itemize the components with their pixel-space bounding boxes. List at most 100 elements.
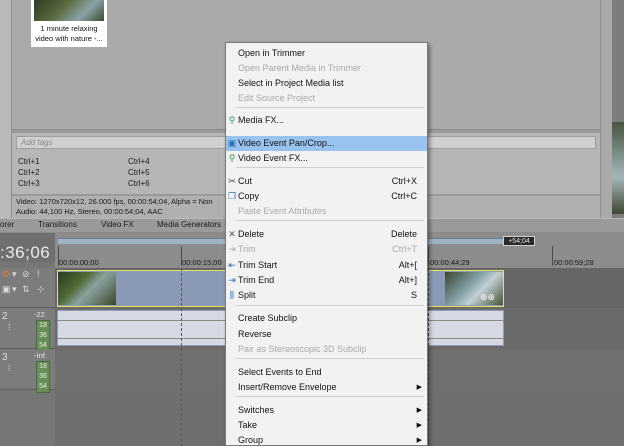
menu-item-edit-source-project: Edit Source Project: [226, 91, 427, 106]
menu-item-label: Create Subclip: [238, 313, 298, 323]
menu-item-trim: ⇥ Trim Ctrl+T: [226, 242, 427, 257]
tag-shortcut[interactable]: Ctrl+6: [128, 179, 150, 188]
menu-item-shortcut: S: [410, 290, 417, 300]
menu-item-copy[interactable]: ❐ Copy Ctrl+C: [226, 189, 427, 204]
audio-meter: 18 36 54: [36, 361, 50, 393]
menu-item-insert-remove-envelope[interactable]: Insert/Remove Envelope ▶: [226, 380, 427, 395]
compositing-icon[interactable]: ⊹: [37, 284, 45, 295]
menu-separator: [236, 358, 424, 359]
empty-audio-track-header[interactable]: 3 -Inf. ⁞ 18 36 54: [0, 350, 55, 393]
menu-item-label: Trim End: [238, 275, 275, 285]
tab-media-generators[interactable]: Media Generators: [157, 220, 221, 229]
meter-tick: 54: [39, 383, 47, 390]
tag-shortcut[interactable]: Ctrl+3: [18, 179, 40, 188]
trim-end-icon: ⇥: [228, 275, 236, 285]
menu-item-label: Open Parent Media in Trimmer: [238, 63, 362, 73]
tab-transitions[interactable]: Transitions: [38, 220, 77, 229]
volume-slider-icon[interactable]: ⁞: [8, 322, 11, 332]
fx-plug-icon: ⚲: [228, 153, 236, 163]
menu-item-label: Insert/Remove Envelope: [238, 382, 337, 392]
mute-icon[interactable]: ⊘: [22, 269, 30, 280]
media-thumbnail-image: [34, 0, 104, 21]
tag-shortcut[interactable]: Ctrl+2: [18, 168, 40, 177]
menu-item-shortcut: Alt+[: [398, 260, 417, 270]
submenu-arrow-icon: ▶: [416, 437, 422, 444]
submenu-arrow-icon: ▶: [416, 407, 422, 414]
menu-item-label: Switches: [238, 405, 275, 415]
menu-item-group[interactable]: Group ▶: [226, 433, 427, 446]
menu-separator: [236, 396, 424, 397]
menu-separator: [236, 167, 424, 168]
pan-crop-icon: ▣: [227, 138, 237, 148]
menu-item-video-event-pan-crop[interactable]: ▣ Video Event Pan/Crop...: [226, 136, 427, 151]
tab-explorer[interactable]: orer: [0, 220, 14, 229]
menu-item-cut[interactable]: ✂ Cut Ctrl+X: [226, 174, 427, 189]
ruler-time-label: 00:00:00;00: [59, 258, 99, 267]
fx-plug-icon: ⚲: [228, 115, 236, 125]
menu-item-trim-end[interactable]: ⇥ Trim End Alt+]: [226, 273, 427, 288]
audio-track-header[interactable]: 2 -22 ⁞ 18 36 54: [0, 309, 55, 352]
grid-line: [428, 268, 429, 446]
menu-item-label: Copy: [238, 191, 260, 201]
tag-shortcut[interactable]: Ctrl+5: [128, 168, 150, 177]
menu-item-split[interactable]: ⫼ Split S: [226, 288, 427, 303]
menu-separator: [236, 107, 424, 108]
menu-item-switches[interactable]: Switches ▶: [226, 403, 427, 418]
tab-video-fx[interactable]: Video FX: [101, 220, 134, 229]
tag-shortcut[interactable]: Ctrl+4: [128, 157, 150, 166]
ruler-tick: [428, 246, 429, 266]
menu-item-label: Trim Start: [238, 260, 278, 270]
menu-item-label: Delete: [238, 229, 265, 239]
menu-item-label: Open in Trimmer: [238, 48, 306, 58]
split-icon: ⫼: [229, 290, 235, 300]
menu-item-select-in-project-media-list[interactable]: Select in Project Media list: [226, 76, 427, 91]
menu-item-video-event-fx[interactable]: ⚲ Video Event FX...: [226, 151, 427, 166]
media-caption-line2: video with nature -...: [35, 34, 103, 43]
media-thumbnail-card[interactable]: 1 minute relaxing video with nature -...: [31, 0, 107, 47]
tag-shortcut[interactable]: Ctrl+1: [18, 157, 40, 166]
fx-icon[interactable]: ⇅: [22, 284, 30, 295]
vertical-scrollbar[interactable]: [600, 0, 612, 232]
submenu-arrow-icon: ▶: [416, 422, 422, 429]
volume-slider-icon[interactable]: ⁞: [8, 363, 11, 373]
media-caption-line1: 1 minute relaxing: [40, 24, 98, 33]
menu-item-delete[interactable]: ✕ Delete Delete: [226, 227, 427, 242]
menu-separator: [236, 305, 424, 306]
menu-item-select-events-to-end[interactable]: Select Events to End: [226, 365, 427, 380]
menu-item-shortcut: Delete: [390, 229, 417, 239]
menu-item-reverse[interactable]: Reverse: [226, 327, 427, 342]
menu-separator: [236, 220, 424, 221]
meter-tick: 36: [39, 373, 47, 380]
menu-item-label: Split: [238, 290, 256, 300]
submenu-arrow-icon: ▶: [416, 384, 422, 391]
trim-icon: ⇥: [228, 244, 236, 254]
audio-info: Audio: 44,100 Hz, Stereo, 00:00:54;04, A…: [16, 207, 163, 216]
volume-readout: -Inf.: [34, 351, 47, 360]
menu-item-open-in-trimmer[interactable]: Open in Trimmer: [226, 46, 427, 61]
menu-item-shortcut: Ctrl+X: [391, 176, 417, 186]
scissors-icon: ✂: [228, 176, 236, 186]
video-info: Video: 1270x720x12, 26.000 fps, 00:00:54…: [16, 197, 213, 206]
chevron-down-icon[interactable]: ▾: [12, 284, 17, 295]
menu-item-create-subclip[interactable]: Create Subclip: [226, 311, 427, 326]
volume-readout: -22: [34, 310, 45, 319]
ruler-time-label: 00:00:15;00: [182, 258, 222, 267]
chevron-down-icon[interactable]: ▾: [12, 269, 17, 280]
preview-image: [612, 122, 624, 214]
menu-item-trim-start[interactable]: ⇤ Trim Start Alt+[: [226, 258, 427, 273]
event-context-menu: Open in Trimmer Open Parent Media in Trim…: [225, 42, 428, 446]
loop-end-marker[interactable]: +54;04: [503, 236, 535, 246]
menu-item-label: Cut: [238, 176, 253, 186]
video-track-header[interactable]: ⚙ ▾ ⊘ ! ▣ ▾ ⇅ ⊹: [0, 268, 55, 308]
menu-item-media-fx[interactable]: ⚲ Media FX...: [226, 113, 427, 128]
menu-item-shortcut: Alt+]: [398, 275, 417, 285]
track-motion-icon[interactable]: ▣: [2, 284, 11, 295]
ruler-time-label: 00:00:44;29: [430, 258, 470, 267]
menu-item-take[interactable]: Take ▶: [226, 418, 427, 433]
solo-icon[interactable]: !: [37, 269, 40, 279]
event-fx-icon[interactable]: ⊕⊕: [480, 292, 495, 303]
menu-item-shortcut: Ctrl+C: [391, 191, 417, 201]
menu-item-label: Take: [238, 420, 258, 430]
audio-meter: 18 36 54: [36, 320, 50, 352]
settings-icon[interactable]: ⚙: [2, 269, 10, 280]
